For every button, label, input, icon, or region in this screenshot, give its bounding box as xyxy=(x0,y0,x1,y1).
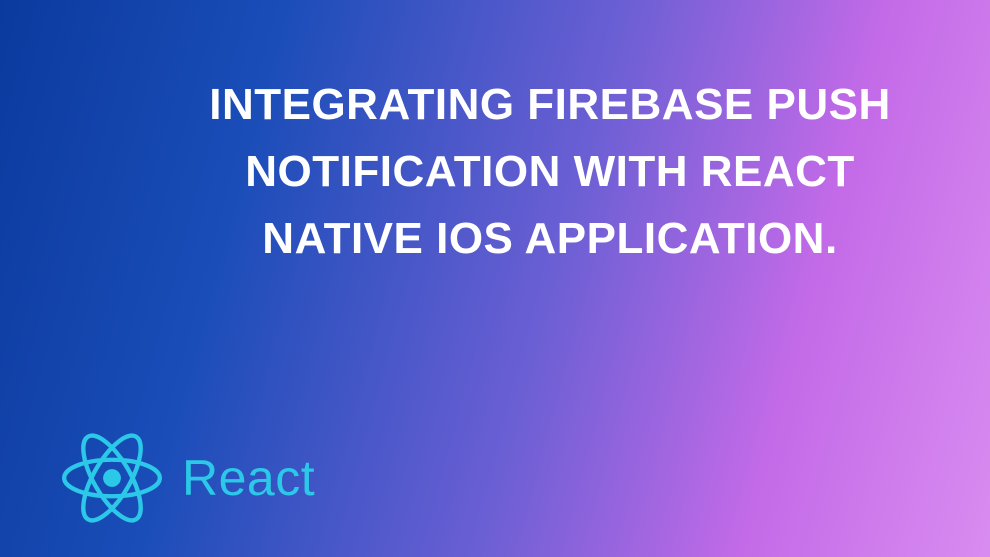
react-icon xyxy=(62,433,162,523)
banner-title: INTEGRATING FIREBASE PUSH NOTIFICATION W… xyxy=(0,0,990,273)
banner-container: INTEGRATING FIREBASE PUSH NOTIFICATION W… xyxy=(0,0,990,557)
react-logo-group: React xyxy=(62,433,315,523)
react-logo-label: React xyxy=(182,449,315,507)
